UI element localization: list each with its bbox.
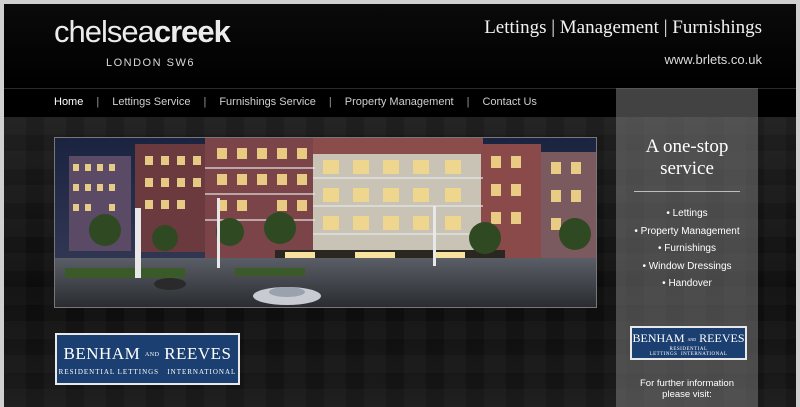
nav-separator: | bbox=[96, 96, 100, 108]
brand-subline-left: RESIDENTIAL LETTINGS bbox=[58, 368, 160, 376]
page-frame: chelseacreek LONDON SW6 Lettings | Manag… bbox=[4, 4, 796, 407]
brand-name-and: AND bbox=[687, 336, 697, 342]
further-info-text: For further information please visit: bbox=[616, 378, 758, 400]
nav-separator: | bbox=[466, 96, 470, 108]
further-info-line1: For further information bbox=[640, 378, 734, 389]
benham-reeves-logo[interactable]: BENHAM AND REEVES RESIDENTIAL LETTINGS I… bbox=[55, 333, 240, 385]
brand-name-left: BENHAM bbox=[63, 344, 141, 363]
brand-subline-right: INTERNATIONAL bbox=[680, 352, 728, 357]
logo-bold-text: creek bbox=[153, 14, 231, 49]
service-item-handover: • Handover bbox=[662, 278, 712, 289]
panel-title-line1: A one-stop bbox=[645, 136, 729, 157]
panel-divider bbox=[634, 191, 740, 192]
service-item-furnishings: • Furnishings bbox=[658, 243, 716, 254]
brand-name-right: REEVES bbox=[164, 344, 232, 363]
panel-title: A one-stop service bbox=[616, 136, 758, 180]
nav-property-management[interactable]: Property Management bbox=[345, 96, 454, 108]
service-item-lettings: • Lettings bbox=[666, 208, 708, 219]
logo-subtitle: LONDON SW6 bbox=[106, 57, 195, 69]
panel-title-line2: service bbox=[660, 158, 714, 179]
header-tagline: Lettings | Management | Furnishings bbox=[484, 17, 762, 38]
nav-furnishings-service[interactable]: Furnishings Service bbox=[219, 96, 316, 108]
site-header: chelseacreek LONDON SW6 Lettings | Manag… bbox=[4, 4, 796, 88]
development-photo bbox=[54, 137, 597, 308]
brand-name-left: BENHAM bbox=[632, 331, 685, 345]
site-url-link[interactable]: www.brlets.co.uk bbox=[664, 52, 762, 67]
services-list: • Lettings • Property Management • Furni… bbox=[616, 208, 758, 296]
nav-lettings-service[interactable]: Lettings Service bbox=[112, 96, 190, 108]
nav-separator: | bbox=[203, 96, 207, 108]
brand-name-and: AND bbox=[144, 352, 160, 359]
nav-home[interactable]: Home bbox=[54, 96, 83, 108]
service-item-window-dressings: • Window Dressings bbox=[642, 260, 732, 272]
brand-subline-right: INTERNATIONAL bbox=[167, 368, 237, 376]
further-info-line2: please visit: bbox=[662, 389, 712, 400]
service-item-property-management: • Property Management bbox=[634, 225, 740, 237]
nav-contact-us[interactable]: Contact Us bbox=[482, 96, 536, 108]
brand-name-right: REEVES bbox=[699, 331, 745, 345]
benham-reeves-logo-small[interactable]: BENHAM AND REEVES RESIDENTIAL LETTINGS I… bbox=[630, 326, 747, 360]
chelsea-creek-logo[interactable]: chelseacreek bbox=[54, 14, 231, 50]
logo-light-text: chelsea bbox=[54, 14, 155, 49]
nav-separator: | bbox=[328, 96, 332, 108]
